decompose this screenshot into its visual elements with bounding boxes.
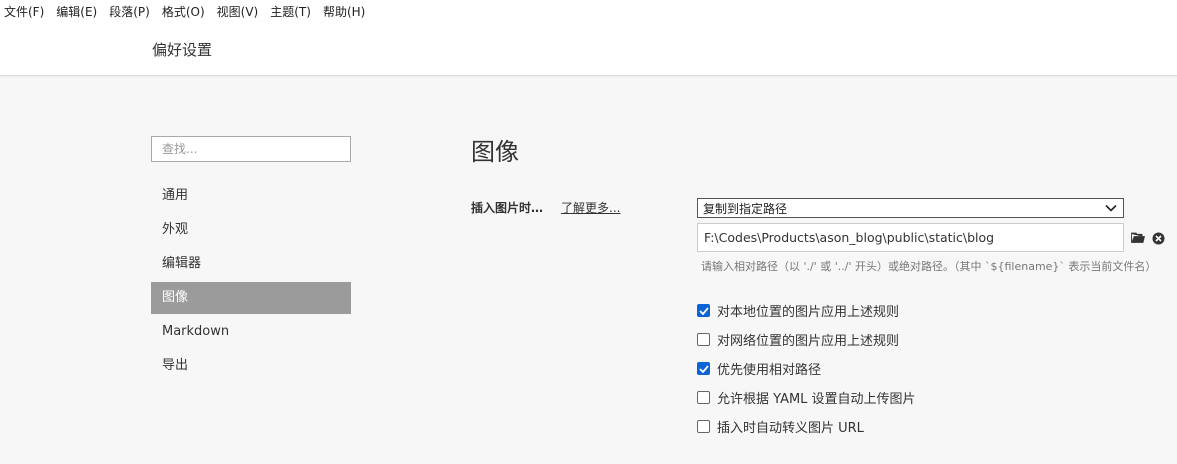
option-network-images: 对网络位置的图片应用上述规则 (697, 325, 916, 354)
search-input[interactable] (151, 136, 351, 162)
path-hint: 请输入相对路径（以 './' 或 '../' 开头）或绝对路径。（其中 `${f… (701, 260, 1157, 273)
option-label: 对本地位置的图片应用上述规则 (717, 305, 900, 320)
checkbox-yaml-upload[interactable] (697, 391, 710, 404)
sidebar-item-appearance[interactable]: 外观 (151, 214, 351, 246)
insert-image-label: 插入图片时… (471, 201, 544, 215)
checkbox-relative-path[interactable] (697, 362, 710, 375)
clear-icon[interactable] (1150, 230, 1166, 246)
sidebar-item-markdown[interactable]: Markdown (151, 316, 351, 348)
sidebar-item-image[interactable]: 图像 (151, 282, 351, 314)
sidebar-item-export[interactable]: 导出 (151, 350, 351, 382)
menu-format[interactable]: 格式(O) (162, 3, 205, 20)
sidebar-nav: 通用 外观 编辑器 图像 Markdown 导出 (151, 180, 351, 384)
menu-help[interactable]: 帮助(H) (323, 3, 365, 20)
option-label: 插入时自动转义图片 URL (717, 421, 864, 436)
insert-action-select[interactable]: 复制到指定路径 (697, 198, 1124, 218)
folder-icon[interactable] (1130, 230, 1146, 246)
checkbox-escape-url[interactable] (697, 420, 710, 433)
option-yaml-upload: 允许根据 YAML 设置自动上传图片 (697, 383, 916, 412)
checkbox-local-images[interactable] (697, 304, 710, 317)
menu-bar: 文件(F) 编辑(E) 段落(P) 格式(O) 视图(V) 主题(T) 帮助(H… (0, 0, 1177, 22)
option-label: 对网络位置的图片应用上述规则 (717, 334, 900, 349)
image-path-input[interactable] (697, 223, 1124, 252)
window-title: 偏好设置 (152, 41, 213, 59)
menu-view[interactable]: 视图(V) (217, 3, 259, 20)
page-title: 图像 (471, 138, 519, 166)
chevron-down-icon (1104, 201, 1118, 215)
menu-theme[interactable]: 主题(T) (270, 3, 311, 20)
title-bar: 偏好设置 (0, 22, 1177, 76)
insert-action-value: 复制到指定路径 (703, 201, 788, 216)
option-label: 允许根据 YAML 设置自动上传图片 (717, 392, 916, 407)
option-relative-path: 优先使用相对路径 (697, 354, 916, 383)
checkbox-network-images[interactable] (697, 333, 710, 346)
menu-edit[interactable]: 编辑(E) (56, 3, 97, 20)
menu-paragraph[interactable]: 段落(P) (109, 3, 150, 20)
menu-file[interactable]: 文件(F) (4, 3, 44, 20)
image-options: 对本地位置的图片应用上述规则 对网络位置的图片应用上述规则 优先使用相对路径 允… (697, 296, 916, 441)
option-local-images: 对本地位置的图片应用上述规则 (697, 296, 916, 325)
sidebar-item-general[interactable]: 通用 (151, 180, 351, 212)
option-escape-url: 插入时自动转义图片 URL (697, 412, 916, 441)
learn-more-link[interactable]: 了解更多... (561, 199, 620, 216)
option-label: 优先使用相对路径 (717, 363, 822, 378)
sidebar-item-editor[interactable]: 编辑器 (151, 248, 351, 280)
